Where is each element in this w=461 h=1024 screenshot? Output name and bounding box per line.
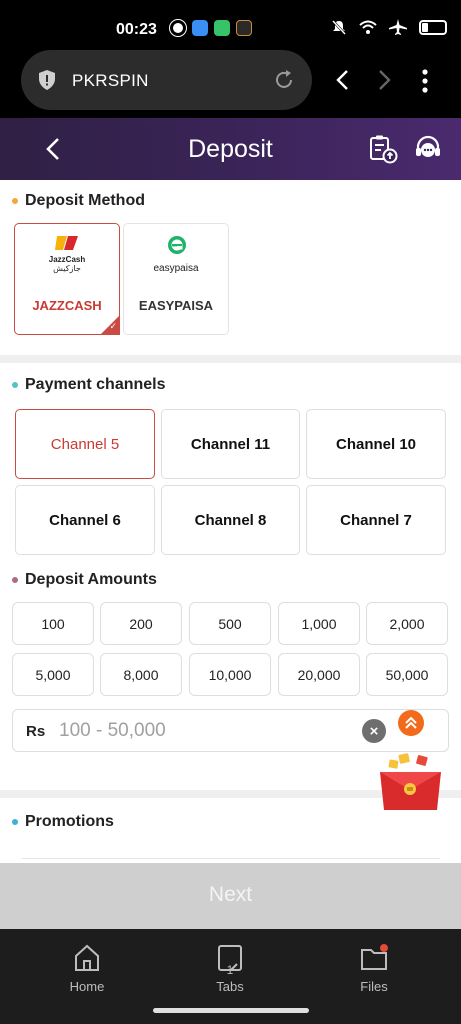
amount-option[interactable]: 5,000 xyxy=(12,653,94,696)
method-easypaisa[interactable]: easypaisa EASYPAISA xyxy=(123,223,229,335)
deposit-amounts-title: Deposit Amounts xyxy=(25,571,157,588)
url-text[interactable]: PKRSPIN xyxy=(72,71,149,91)
store-icon xyxy=(214,20,230,36)
shield-icon[interactable] xyxy=(37,69,57,91)
promotions-header: Promotions xyxy=(12,813,114,831)
mute-icon xyxy=(332,20,346,35)
deposit-method-header: Deposit Method xyxy=(12,192,145,210)
section-dot xyxy=(12,198,18,204)
next-button-label: Next xyxy=(208,883,253,906)
next-button[interactable]: Next xyxy=(0,863,461,929)
amount-option[interactable]: 1,000 xyxy=(278,602,360,645)
status-time: 00:23 xyxy=(116,21,157,38)
home-icon xyxy=(75,944,99,971)
browser-forward-icon[interactable] xyxy=(374,68,394,92)
payment-channels-header: Payment channels xyxy=(12,376,166,394)
section-dot xyxy=(12,577,18,583)
messenger-icon xyxy=(192,20,208,36)
nav-files-label: Files xyxy=(360,979,388,994)
nav-tabs-label: Tabs xyxy=(216,979,244,994)
amount-input-box[interactable]: Rs × xyxy=(12,709,449,752)
amount-option[interactable]: 200 xyxy=(100,602,182,645)
section-dot xyxy=(12,382,18,388)
red-envelope-gift-icon[interactable] xyxy=(375,752,447,814)
amount-option[interactable]: 10,000 xyxy=(189,653,271,696)
currency-label: Rs xyxy=(26,723,46,740)
wifi-icon xyxy=(359,20,377,34)
amount-option[interactable]: 100 xyxy=(12,602,94,645)
channel-option[interactable]: Channel 7 xyxy=(306,485,446,555)
amount-option[interactable]: 50,000 xyxy=(366,653,448,696)
home-indicator[interactable] xyxy=(153,1008,309,1013)
channel-option[interactable]: Channel 10 xyxy=(306,409,446,479)
nav-tabs[interactable]: 1 Tabs xyxy=(190,943,270,994)
method-label: JAZZCASH xyxy=(32,298,102,313)
channel-option[interactable]: Channel 11 xyxy=(161,409,300,479)
nav-home-label: Home xyxy=(69,979,105,994)
status-right-icons xyxy=(331,19,447,35)
amount-option[interactable]: 500 xyxy=(189,602,271,645)
channel-option[interactable]: Channel 5 xyxy=(15,409,155,479)
method-label: EASYPAISA xyxy=(138,298,214,313)
app-icon xyxy=(236,20,252,36)
browser-back-icon[interactable] xyxy=(333,68,353,92)
support-icon[interactable] xyxy=(414,135,442,163)
check-icon: ✓ xyxy=(109,321,117,331)
deposit-history-icon[interactable] xyxy=(368,134,398,164)
payment-channels-title: Payment channels xyxy=(25,376,166,393)
nav-home[interactable]: Home xyxy=(47,943,127,994)
airplane-icon xyxy=(389,19,407,35)
clear-icon[interactable]: × xyxy=(362,719,386,743)
promotions-title: Promotions xyxy=(25,813,114,830)
address-bar[interactable]: PKRSPIN xyxy=(21,50,312,110)
nav-tabs-count: 1 xyxy=(226,963,234,977)
more-menu-icon[interactable] xyxy=(417,68,433,94)
deposit-amounts-header: Deposit Amounts xyxy=(12,571,157,589)
jazzcash-logo-text: JazzCash xyxy=(48,255,86,264)
promotions-separator xyxy=(22,858,440,859)
amount-option[interactable]: 2,000 xyxy=(366,602,448,645)
app-header: Deposit xyxy=(0,118,461,180)
battery-icon xyxy=(419,19,447,35)
deposit-method-title: Deposit Method xyxy=(25,192,145,209)
whatsapp-icon xyxy=(170,20,186,36)
amount-input[interactable] xyxy=(59,718,349,744)
amount-option[interactable]: 20,000 xyxy=(278,653,360,696)
method-jazzcash[interactable]: JazzCash جازکیش JAZZCASH ✓ xyxy=(14,223,120,335)
channel-option[interactable]: Channel 8 xyxy=(161,485,300,555)
scroll-top-button[interactable] xyxy=(398,710,424,736)
easypaisa-logo-text: easypaisa xyxy=(153,263,199,274)
status-bar: 00:23 xyxy=(0,0,461,50)
reload-icon[interactable] xyxy=(272,68,296,92)
jazzcash-logo-subtext: جازکیش xyxy=(53,264,81,273)
nav-files[interactable]: Files xyxy=(334,943,414,994)
amount-option[interactable]: 8,000 xyxy=(100,653,182,696)
channel-option[interactable]: Channel 6 xyxy=(15,485,155,555)
section-dot xyxy=(12,819,18,825)
section-divider xyxy=(0,355,461,363)
status-app-icons xyxy=(170,20,252,36)
browser-bar: PKRSPIN xyxy=(0,50,461,118)
folder-icon xyxy=(361,944,388,970)
double-chevron-up-icon xyxy=(405,716,417,729)
